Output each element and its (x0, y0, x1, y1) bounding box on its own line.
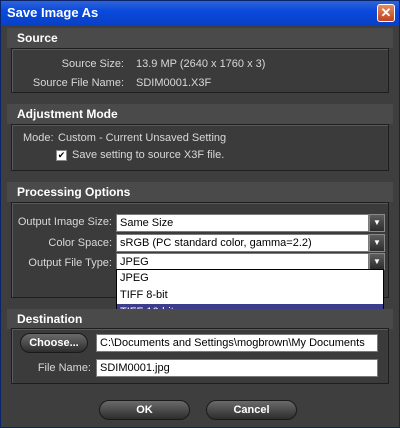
mode-label: Mode: (23, 132, 54, 144)
output-size-dropdown-icon[interactable]: ▼ (369, 214, 385, 232)
section-destination-heading: Destination (7, 309, 393, 329)
file-type-label: Output File Type: (28, 257, 112, 269)
section-processing-heading: Processing Options (7, 182, 393, 202)
choose-button[interactable]: Choose... (20, 333, 88, 353)
close-icon[interactable]: ✕ (377, 4, 395, 22)
source-file-value: SDIM0001.X3F (136, 77, 212, 89)
save-image-dialog: Save Image As ✕ Source Source Size: 13.9… (0, 0, 400, 428)
cancel-button[interactable]: Cancel (206, 400, 297, 420)
output-size-select[interactable]: Same Size (116, 214, 369, 232)
source-file-label: Source File Name: (32, 77, 124, 89)
color-space-select[interactable]: sRGB (PC standard color, gamma=2.2) (116, 234, 369, 252)
source-size-value: 13.9 MP (2640 x 1760 x 3) (136, 58, 266, 70)
source-size-label: Source Size: (61, 58, 124, 70)
destination-path-field[interactable]: C:\Documents and Settings\mogbrown\My Do… (96, 334, 378, 352)
file-type-dropdown-icon[interactable]: ▼ (369, 253, 385, 270)
section-adjustment-heading: Adjustment Mode (7, 104, 393, 124)
dialog-title: Save Image As (7, 5, 99, 20)
title-bar[interactable]: Save Image As ✕ (1, 1, 399, 25)
mode-value: Custom - Current Unsaved Setting (58, 132, 227, 144)
file-name-field[interactable]: SDIM0001.jpg (96, 359, 378, 377)
file-type-option-tiff8[interactable]: TIFF 8-bit (117, 287, 383, 304)
color-space-label: Color Space: (48, 237, 112, 249)
output-size-label: Output Image Size: (17, 216, 112, 228)
file-name-label: File Name: (37, 362, 91, 374)
color-space-dropdown-icon[interactable]: ▼ (369, 234, 385, 252)
ok-button[interactable]: OK (99, 400, 190, 420)
file-type-select[interactable]: JPEG (116, 253, 369, 270)
section-source-heading: Source (7, 28, 393, 48)
file-type-option-jpeg[interactable]: JPEG (117, 270, 383, 287)
save-setting-label: Save setting to source X3F file. (72, 149, 225, 161)
save-setting-checkbox[interactable]: ✔ (56, 150, 67, 161)
